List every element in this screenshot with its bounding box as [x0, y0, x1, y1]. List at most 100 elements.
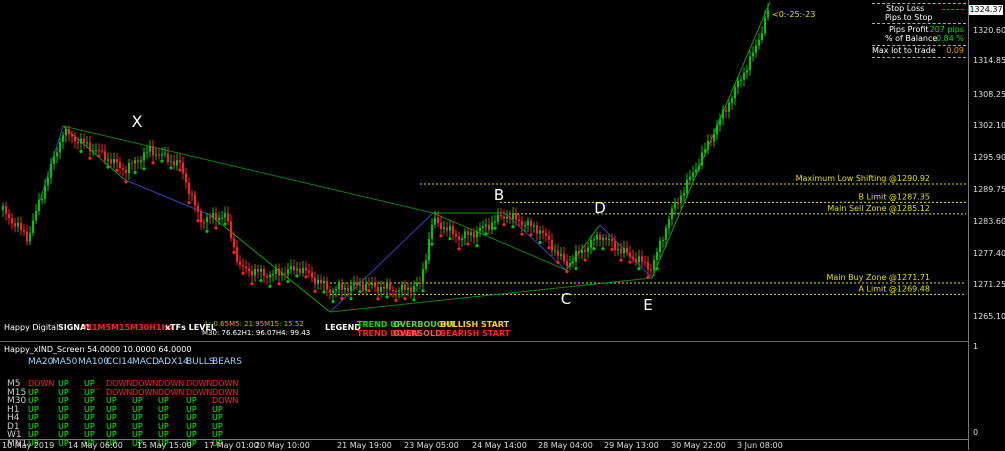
- candle-body: [476, 231, 478, 238]
- max-lot-value: 0.09: [946, 46, 964, 55]
- timeframe-label: M30: [7, 396, 27, 406]
- candle-body: [533, 225, 535, 227]
- candle-body: [524, 225, 526, 227]
- candle-body: [374, 283, 376, 288]
- price-tick: 1295.90: [973, 153, 1005, 163]
- candle-body: [287, 269, 289, 275]
- signal-dot: [349, 296, 353, 301]
- signal-cell: UP: [132, 396, 143, 405]
- candle-body: [461, 238, 463, 241]
- signal-dot: [619, 258, 623, 262]
- candle-body: [587, 247, 589, 252]
- candle-body: [377, 287, 379, 292]
- column-header: BEARS: [212, 357, 242, 367]
- candle-body: [8, 213, 10, 219]
- candle-body: [500, 215, 502, 217]
- zone-label: Main Buy Zone @1271.71: [827, 273, 930, 282]
- candle-body: [143, 152, 145, 161]
- signal-dot: [439, 234, 443, 238]
- signal-dot: [511, 224, 515, 229]
- candle-body: [668, 219, 670, 228]
- signal-dot: [124, 180, 128, 184]
- price-scale[interactable]: 1320.60 1314.85 1308.25 1302.10 1295.90 1289.…: [968, 0, 1005, 450]
- candle-body: [236, 247, 238, 262]
- candle-body: [614, 241, 616, 251]
- candle-body: [446, 227, 448, 231]
- candle-body: [569, 262, 571, 267]
- candle-body: [728, 102, 730, 112]
- candle-body: [38, 200, 40, 212]
- candle-body: [707, 140, 709, 150]
- time-axis[interactable]: 10 May 2019 14 May 06:00 15 May 15:00 17 Ma…: [0, 439, 968, 451]
- candle-body: [284, 273, 286, 275]
- candle-body: [314, 277, 316, 284]
- candle-body: [299, 268, 301, 273]
- price-chart[interactable]: X B C D E Maximum Low Shifting @1290.92 B…: [0, 0, 968, 321]
- candle-body: [347, 287, 349, 291]
- candle-body: [692, 172, 694, 177]
- stop-loss-line: [942, 9, 964, 10]
- signal-dot: [448, 236, 452, 241]
- candle-body: [698, 165, 700, 170]
- candle-body: [563, 253, 565, 262]
- candle-body: [749, 56, 751, 71]
- candle-body: [167, 153, 169, 163]
- candle-body: [335, 289, 337, 291]
- candle-body: [497, 215, 499, 222]
- signal-cell: DOWN: [212, 396, 239, 405]
- candle-body: [560, 253, 562, 256]
- candle-body: [260, 269, 262, 272]
- candle-body: [290, 266, 292, 270]
- candle-body: [224, 213, 226, 218]
- candle-body: [47, 177, 49, 186]
- harmonic-pattern-leg: [209, 214, 331, 313]
- time-label: 30 May 22:00: [671, 441, 726, 450]
- candle-body: [29, 232, 31, 242]
- signal-dot: [403, 296, 407, 301]
- candle-body: [542, 230, 544, 233]
- candlestick-chart-canvas[interactable]: X B C D E Maximum Low Shifting @1290.92 B…: [0, 0, 968, 320]
- candle-body: [602, 237, 604, 240]
- happy-xind-screen-indicator[interactable]: Happy_xIND_Screen 54.0000 10.0000 64.000…: [0, 342, 968, 448]
- candle-body: [710, 140, 712, 142]
- candle-body: [50, 163, 52, 178]
- signal-dot: [520, 232, 524, 236]
- candle-body: [716, 125, 718, 135]
- candle-body: [239, 261, 241, 266]
- signal-cell: UP: [158, 413, 169, 422]
- time-label: 15 May 15:00: [137, 441, 192, 450]
- candle-body: [104, 151, 106, 161]
- pattern-point-d: D: [594, 199, 606, 217]
- signal-dot: [187, 201, 191, 205]
- candle-body: [107, 159, 109, 161]
- candle-body: [641, 256, 643, 262]
- candle-body: [767, 10, 769, 18]
- signal-dot: [412, 298, 416, 302]
- signal-cell: UP: [84, 396, 95, 405]
- candle-body: [23, 230, 25, 232]
- signal-dot: [97, 154, 101, 158]
- bearish-start-label: BEARISH START: [440, 329, 511, 338]
- time-label: 23 May 05:00: [404, 441, 459, 450]
- candle-body: [140, 160, 142, 163]
- candle-body: [116, 159, 118, 163]
- candle-body: [365, 284, 367, 291]
- candle-body: [506, 216, 508, 219]
- happy-digital-indicator[interactable]: Happy Digital SIGNAL M1M5M15M30H1H4 xTFs…: [0, 320, 968, 342]
- candle-body: [548, 235, 550, 240]
- candle-body: [128, 162, 130, 174]
- candle-body: [752, 52, 754, 57]
- candle-body: [521, 221, 523, 226]
- column-header: CCI14: [106, 357, 133, 367]
- candle-body: [599, 234, 601, 240]
- signal-cell: UP: [186, 396, 197, 405]
- candle-body: [713, 134, 715, 142]
- candle-body: [482, 226, 484, 228]
- oversold-label: OVERSOLD: [393, 329, 442, 338]
- candle-body: [665, 227, 667, 240]
- candle-body: [626, 247, 628, 253]
- candle-body: [275, 268, 277, 274]
- candle-body: [197, 205, 199, 212]
- candle-body: [137, 160, 139, 163]
- signal-dot: [232, 250, 236, 254]
